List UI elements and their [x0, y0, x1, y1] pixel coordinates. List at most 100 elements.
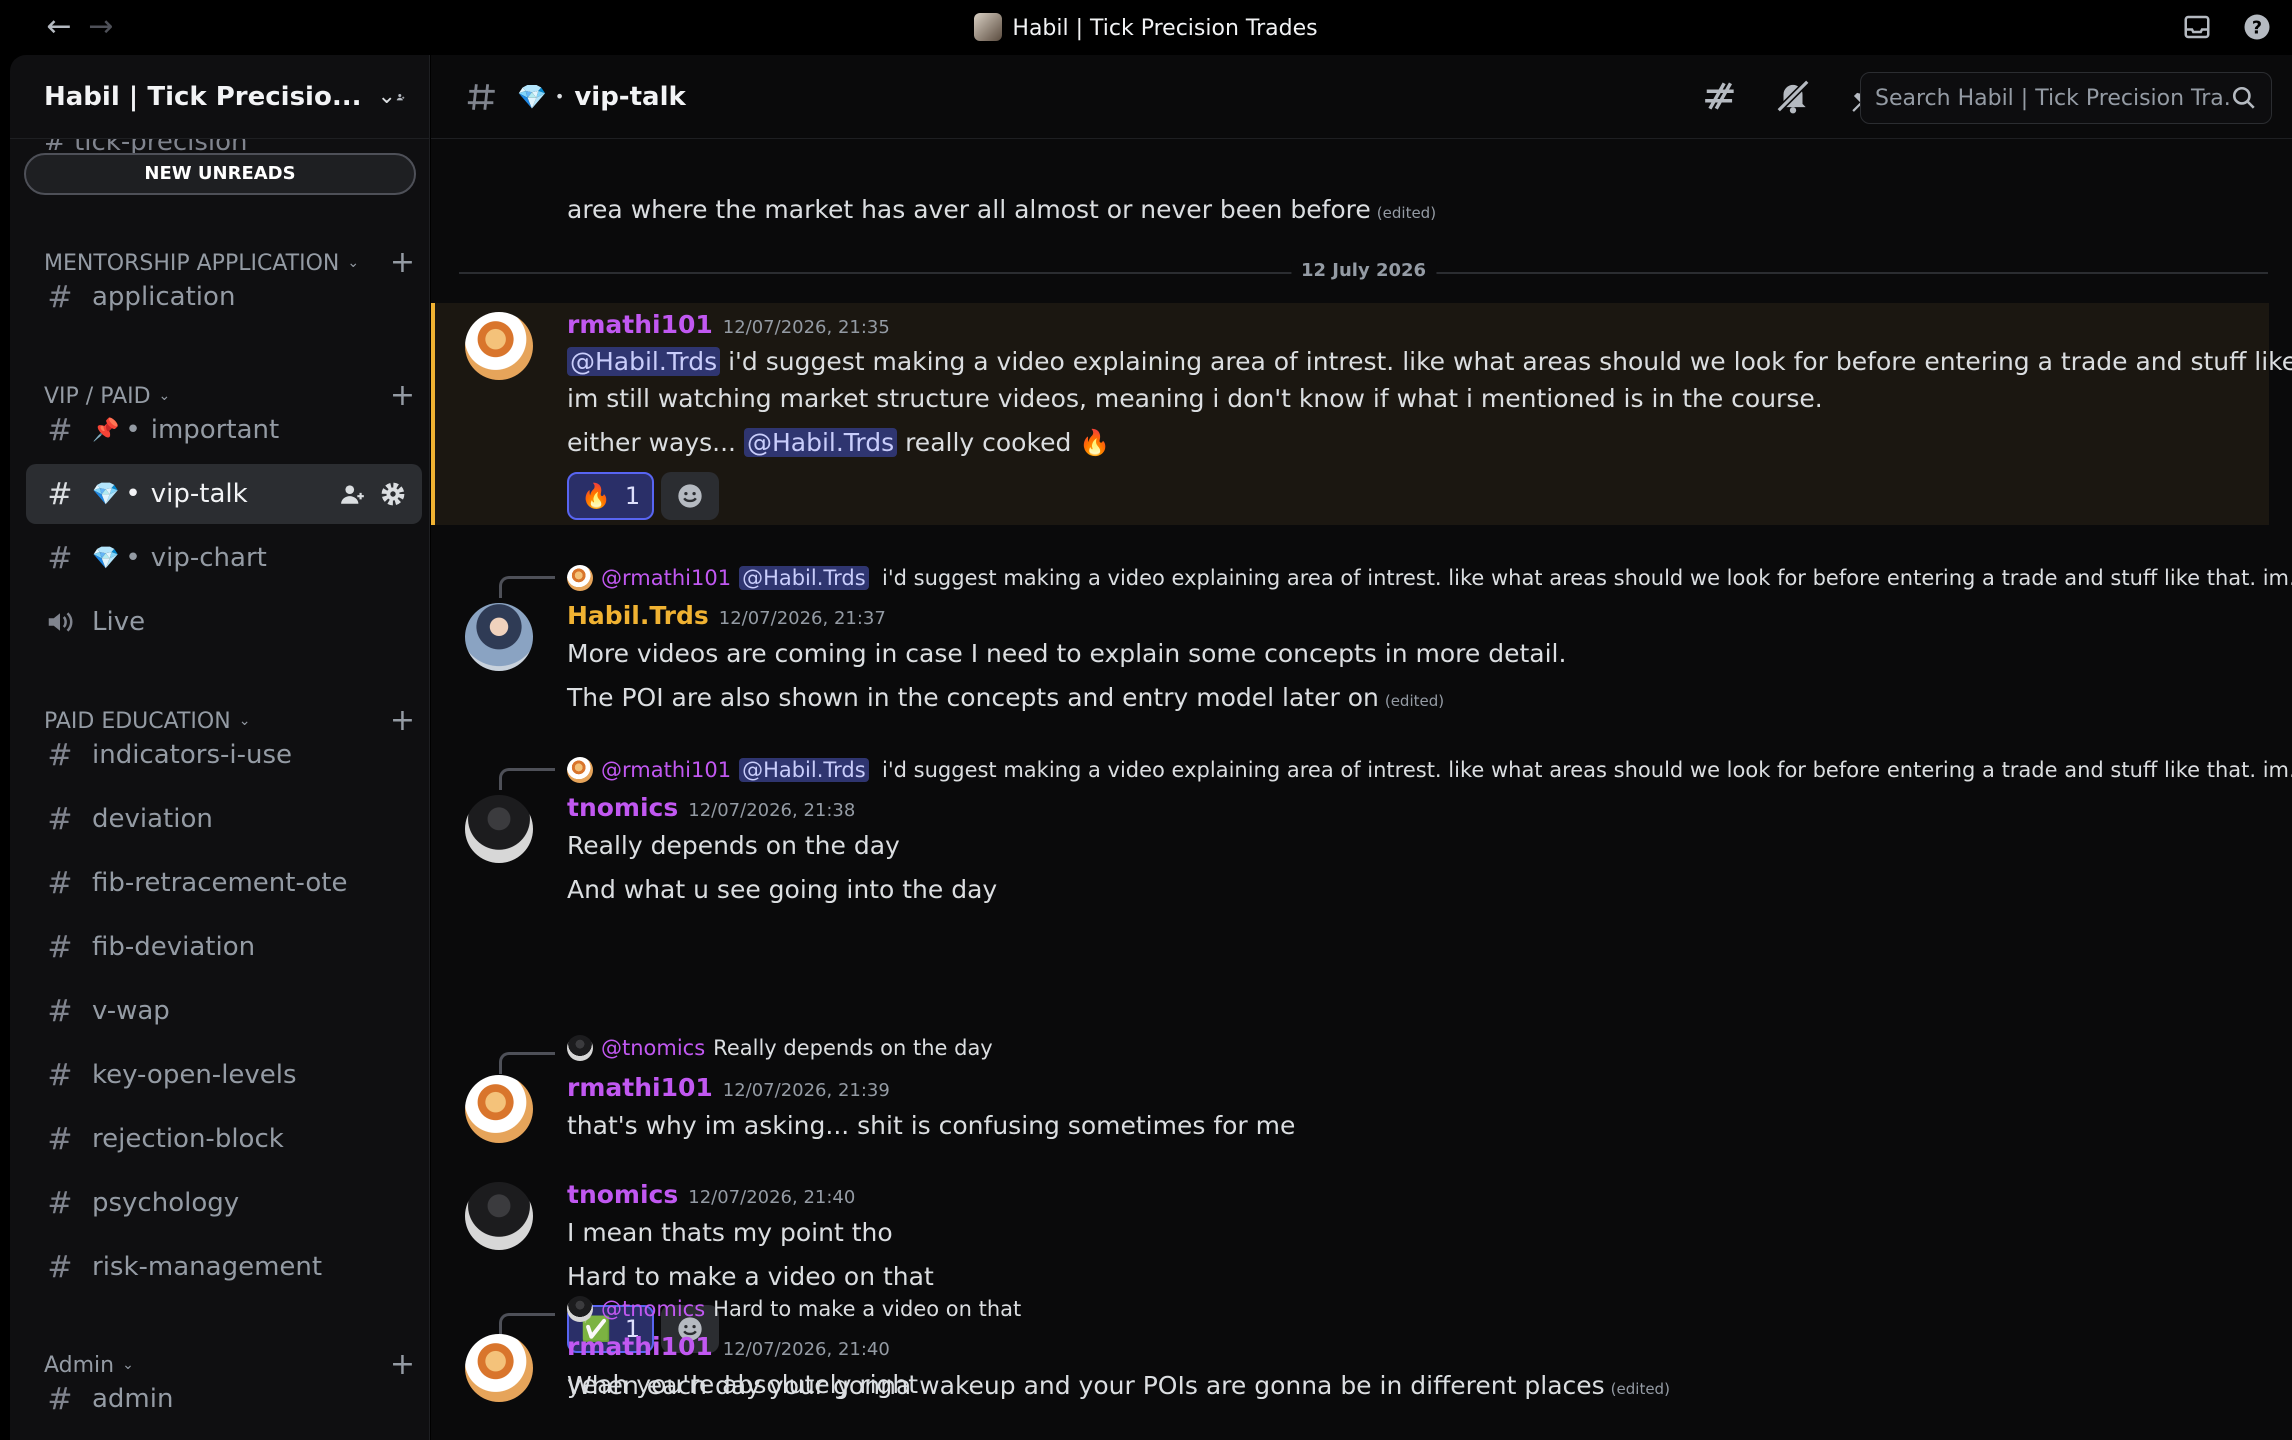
search-bar[interactable] — [1860, 72, 2272, 124]
reply-spine — [499, 576, 555, 598]
message-line: I mean thats my point tho — [567, 1215, 893, 1251]
channel-label: admin — [92, 1384, 174, 1414]
reply-reference[interactable]: @rmathi101 @Habil.Trds i'd suggest making… — [567, 560, 2292, 596]
sidebar-item-key-open-levels[interactable]: # key-open-levels — [26, 1045, 422, 1105]
sidebar-item-important[interactable]: # 📌 • important — [26, 400, 422, 460]
message-author[interactable]: tnomics 12/07/2026, 21:40 — [567, 1180, 855, 1209]
sidebar-item-deviation[interactable]: # deviation — [26, 789, 422, 849]
reply-reference[interactable]: @rmathi101 @Habil.Trds i'd suggest making… — [567, 752, 2292, 788]
avatar[interactable] — [465, 312, 533, 380]
reply-author[interactable]: @tnomics — [601, 1297, 705, 1321]
message-timestamp: 12/07/2026, 21:40 — [722, 1339, 890, 1360]
avatar[interactable] — [465, 603, 533, 671]
chat-area: 💎 • vip-talk area where the market has a… — [431, 55, 2292, 1440]
chevron-down-icon[interactable]: ⌄ — [377, 84, 395, 109]
message-bottom-region: @tnomics Hard to make a video on that rma… — [431, 1291, 2292, 1440]
edited-label: (edited) — [1376, 204, 1437, 222]
message-text: Really depends on the day — [567, 831, 900, 860]
sidebar-item-application[interactable]: # application — [26, 267, 422, 327]
notification-muted-icon[interactable] — [1774, 77, 1812, 115]
edited-label: (edited) — [1384, 692, 1445, 710]
hash-icon: # — [47, 801, 73, 837]
sidebar-item-v-wap[interactable]: # v-wap — [26, 981, 422, 1041]
sidebar-item-admin[interactable]: # admin — [26, 1369, 422, 1429]
inbox-icon[interactable] — [2182, 12, 2212, 42]
message-text: either ways... — [567, 428, 737, 457]
channel-title: vip-talk — [574, 81, 686, 112]
message-author[interactable]: tnomics 12/07/2026, 21:38 — [567, 793, 855, 822]
channel-label: psychology — [92, 1188, 240, 1218]
message-line: that's why im asking... shit is confusin… — [567, 1108, 1295, 1144]
avatar — [567, 1296, 593, 1322]
search-input[interactable] — [1875, 85, 2231, 111]
user-mention[interactable]: @Habil.Trds — [739, 758, 869, 782]
avatar[interactable] — [465, 1182, 533, 1250]
sidebar-item-psychology[interactable]: # psychology — [26, 1173, 422, 1233]
reply-author[interactable]: @tnomics — [601, 1036, 705, 1060]
user-mention[interactable]: @Habil.Trds — [743, 428, 898, 457]
separator-dot: • — [554, 87, 565, 106]
search-icon[interactable] — [2231, 85, 2257, 111]
sidebar-item-rejection-block[interactable]: # rejection-block — [26, 1109, 422, 1169]
reply-author[interactable]: @rmathi101 — [601, 566, 731, 590]
separator-dot: • — [125, 415, 141, 445]
avatar[interactable] — [465, 795, 533, 863]
gear-icon[interactable] — [380, 481, 406, 507]
reaction-count: 1 — [624, 482, 641, 510]
hash-icon: # — [47, 412, 73, 448]
user-mention[interactable]: @Habil.Trds — [567, 347, 721, 376]
message-author[interactable]: Habil.Trds 12/07/2026, 21:37 — [567, 601, 886, 630]
reply-reference[interactable]: @tnomics Really depends on the day — [567, 1030, 993, 1066]
server-name[interactable]: Habil | Tick Precisio... — [44, 82, 361, 112]
avatar[interactable] — [465, 1334, 533, 1402]
sidebar-item-fib-retracement-ote[interactable]: # fib-retracement-ote — [26, 853, 422, 913]
reply-author[interactable]: @rmathi101 — [601, 758, 731, 782]
message-line: yeah you're absolutely right — [567, 1367, 918, 1403]
channel-label: rejection-block — [92, 1124, 284, 1154]
reply-preview: i'd suggest making a video explaining ar… — [882, 566, 2292, 590]
message-text: The POI are also shown in the concepts a… — [567, 683, 1379, 712]
create-invite-icon[interactable] — [340, 481, 366, 507]
sidebar-item-vip-chart[interactable]: # 💎 • vip-chart — [26, 528, 422, 588]
message-text: area where the market has aver all almos… — [567, 195, 1371, 224]
sidebar-item-vip-talk[interactable]: # 💎 • vip-talk — [26, 464, 422, 524]
hash-icon: # — [47, 1057, 73, 1093]
message-text: really cooked — [905, 428, 1072, 457]
add-reaction-button[interactable] — [661, 472, 719, 520]
sidebar-item-risk-management[interactable]: # risk-management — [26, 1237, 422, 1297]
hash-icon: # — [47, 737, 73, 773]
reply-reference[interactable]: @tnomics Hard to make a video on that — [567, 1291, 1021, 1327]
message-text: I mean thats my point tho — [567, 1218, 893, 1247]
smiley-icon — [678, 484, 702, 508]
hash-icon: # — [47, 865, 73, 901]
message-author[interactable]: rmathi101 12/07/2026, 21:35 — [567, 310, 890, 339]
help-icon[interactable]: ? — [2242, 12, 2272, 42]
reaction-fire[interactable]: 🔥 1 — [567, 472, 655, 520]
channel-label: indicators-i-use — [92, 740, 293, 770]
sidebar-item-indicators-i-use[interactable]: # indicators-i-use — [26, 725, 422, 785]
message-author[interactable]: rmathi101 12/07/2026, 21:40 — [567, 1332, 890, 1361]
avatar[interactable] — [465, 1075, 533, 1143]
message-line: Hard to make a video on that — [567, 1259, 934, 1295]
sidebar-item-live[interactable]: Live — [26, 592, 422, 652]
message-text: im still watching market structure video… — [567, 384, 1823, 413]
window-title: Habil | Tick Precision Trades — [0, 13, 2292, 41]
invite-people-icon[interactable] — [396, 79, 405, 115]
message-timestamp: 12/07/2026, 21:35 — [722, 317, 890, 338]
message-text: More videos are coming in case I need to… — [567, 639, 1567, 668]
message-fragment: area where the market has aver all almos… — [567, 192, 1436, 231]
hash-icon: # — [47, 1185, 73, 1221]
reply-spine — [499, 1313, 555, 1335]
channel-label: fib-deviation — [92, 932, 256, 962]
message-line: im still watching market structure video… — [567, 381, 1823, 417]
message-author[interactable]: rmathi101 12/07/2026, 21:39 — [567, 1073, 890, 1102]
threads-icon[interactable] — [1702, 77, 1740, 115]
message-timestamp: 12/07/2026, 21:37 — [718, 608, 886, 629]
sidebar-item-fib-deviation[interactable]: # fib-deviation — [26, 917, 422, 977]
gem-icon: 💎 — [92, 545, 120, 571]
user-mention[interactable]: @Habil.Trds — [739, 566, 869, 590]
avatar — [567, 757, 593, 783]
server-header[interactable]: Habil | Tick Precisio... ⌄ — [10, 55, 429, 139]
channel-label: key-open-levels — [92, 1060, 297, 1090]
new-unreads-button[interactable]: NEW UNREADS — [24, 153, 416, 195]
